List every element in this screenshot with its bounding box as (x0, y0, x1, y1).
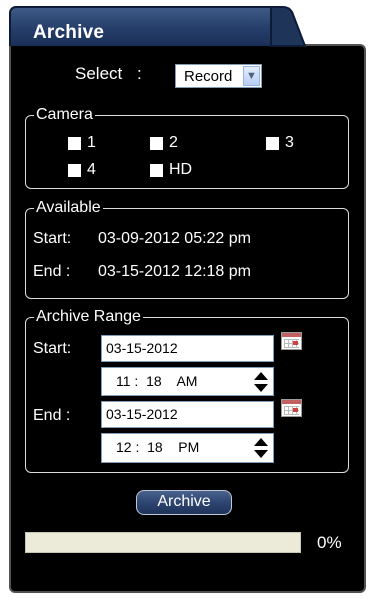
tab-title: Archive (33, 22, 105, 43)
spinner-arrows-icon[interactable] (253, 371, 269, 393)
calendar-icon[interactable] (281, 399, 302, 417)
range-end-date-input[interactable]: 03-15-2012 (101, 401, 274, 428)
available-start-label: Start: (33, 230, 72, 247)
camera-checkbox-2[interactable]: 2 (150, 134, 178, 152)
record-select-value: Record (184, 68, 233, 85)
available-legend: Available (36, 199, 101, 216)
checkbox-icon[interactable] (150, 136, 163, 150)
range-end-time-value: 12 : 18 PM (116, 439, 200, 455)
camera-checkbox-label: 3 (285, 134, 294, 151)
calendar-icon[interactable] (281, 332, 302, 350)
camera-checkbox-4[interactable]: 4 (68, 161, 96, 179)
select-colon: : (136, 64, 142, 83)
camera-legend: Camera (36, 106, 93, 123)
select-label-text: Select (75, 64, 123, 83)
spinner-arrows-icon[interactable] (253, 437, 269, 459)
available-start-value: 03-09-2012 05:22 pm (98, 230, 251, 247)
select-label: Select : (75, 64, 142, 84)
progress-bar (25, 532, 301, 553)
range-start-label: Start: (33, 340, 72, 357)
available-end-value: 03-15-2012 12:18 pm (98, 263, 251, 280)
checkbox-icon[interactable] (68, 163, 81, 177)
checkbox-icon[interactable] (150, 163, 163, 177)
camera-checkbox-label: 1 (87, 134, 96, 151)
camera-checkbox-3[interactable]: 3 (266, 134, 294, 152)
archive-range-legend: Archive Range (36, 308, 141, 325)
archive-button[interactable]: Archive (136, 490, 232, 515)
range-start-date-input[interactable]: 03-15-2012 (101, 335, 274, 362)
camera-checkbox-hd[interactable]: HD (150, 161, 192, 179)
camera-checkbox-label: HD (169, 161, 193, 178)
progress-percent: 0% (317, 533, 342, 552)
tab-corner (270, 6, 307, 47)
range-end-time-input[interactable]: 12 : 18 PM (101, 433, 274, 463)
checkbox-icon[interactable] (68, 136, 81, 150)
record-select[interactable]: Record ▼ (175, 64, 262, 88)
range-start-time-input[interactable]: 11 : 18 AM (101, 367, 274, 396)
checkbox-icon[interactable] (266, 136, 279, 150)
chevron-down-icon[interactable]: ▼ (243, 66, 260, 86)
camera-checkbox-label: 4 (87, 161, 96, 178)
available-group: Available (25, 199, 349, 299)
camera-checkbox-1[interactable]: 1 (68, 134, 96, 152)
available-end-label: End : (33, 263, 71, 280)
range-start-time-value: 11 : 18 AM (116, 373, 198, 389)
camera-checkbox-label: 2 (169, 134, 178, 151)
range-end-label: End : (33, 407, 71, 424)
tab-archive[interactable]: Archive (9, 6, 285, 46)
